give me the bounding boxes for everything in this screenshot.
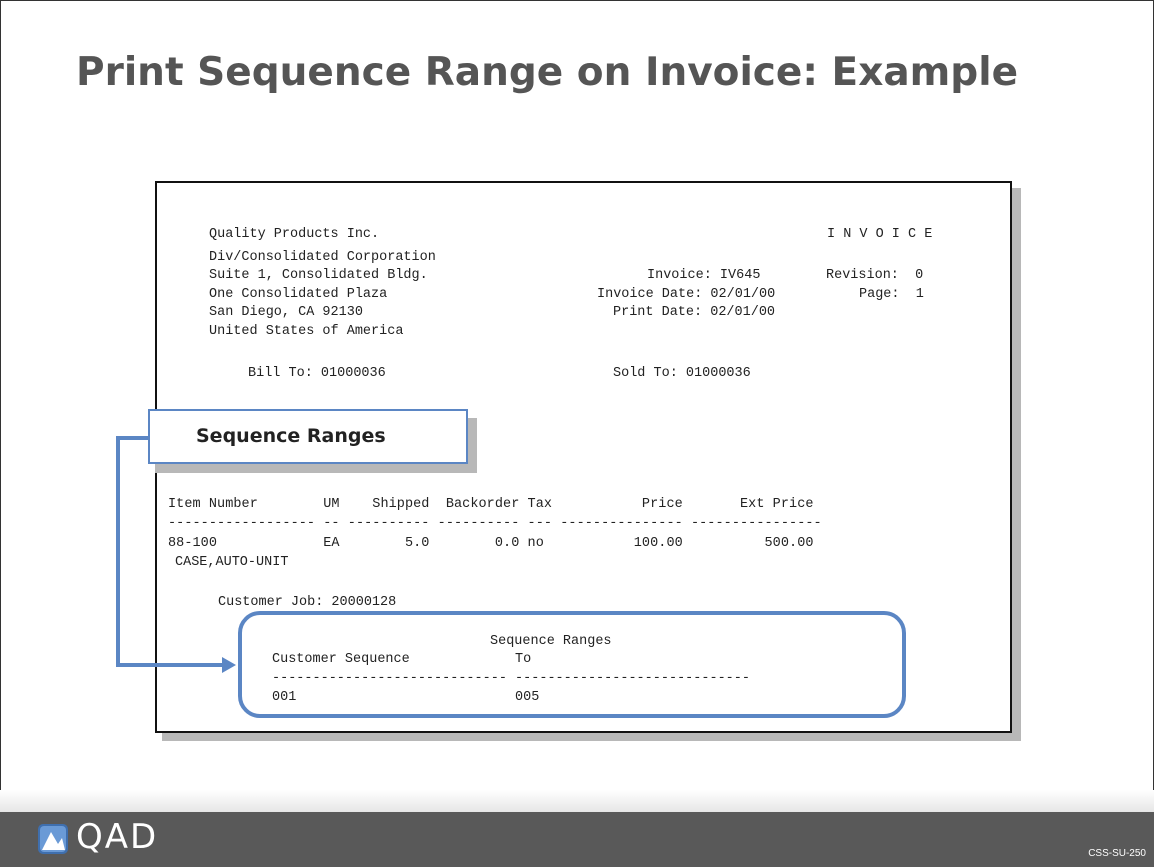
slide-title: Print Sequence Range on Invoice: Example	[76, 50, 1019, 95]
qad-logo-text: QAD	[76, 817, 159, 857]
qad-logo-icon	[38, 824, 68, 854]
invoice-print-date: Print Date: 02/01/00	[613, 305, 776, 320]
footer-bar: QAD CSS-SU-250	[0, 812, 1154, 867]
slide-code: CSS-SU-250	[1088, 848, 1146, 859]
table-row: 88-100 EA 5.0 0.0 no 100.00 500.00	[168, 536, 814, 551]
table-row-description: CASE,AUTO-UNIT	[175, 555, 289, 570]
callout-connector-top	[116, 436, 150, 440]
table-header: Item Number UM Shipped Backorder Tax Pri…	[168, 497, 814, 512]
sequence-ranges-highlight	[238, 611, 906, 718]
sequence-ranges-callout: Sequence Ranges	[148, 409, 468, 464]
table-rule: ------------------ -- ---------- -------…	[168, 516, 822, 531]
callout-connector	[116, 436, 120, 667]
company-street: One Consolidated Plaza	[209, 287, 388, 302]
invoice-date: Invoice Date: 02/01/00	[597, 287, 776, 302]
callout-label: Sequence Ranges	[196, 425, 386, 447]
bill-to: Bill To: 01000036	[248, 366, 386, 381]
invoice-revision: Revision: 0	[826, 268, 924, 283]
company-city: San Diego, CA 92130	[209, 305, 363, 320]
company-suite: Suite 1, Consolidated Bldg.	[209, 268, 428, 283]
company-division: Div/Consolidated Corporation	[209, 250, 436, 265]
invoice-doc-type: I N V O I C E	[827, 227, 933, 242]
invoice-number: Invoice: IV645	[647, 268, 761, 283]
footer-fade	[0, 790, 1154, 812]
company-country: United States of America	[209, 324, 404, 339]
invoice-page: Page: 1	[859, 287, 924, 302]
callout-connector-bottom	[116, 663, 224, 667]
arrow-right-icon	[222, 657, 236, 673]
sold-to: Sold To: 01000036	[613, 366, 751, 381]
customer-job: Customer Job: 20000128	[218, 595, 397, 610]
company-name: Quality Products Inc.	[209, 227, 380, 242]
